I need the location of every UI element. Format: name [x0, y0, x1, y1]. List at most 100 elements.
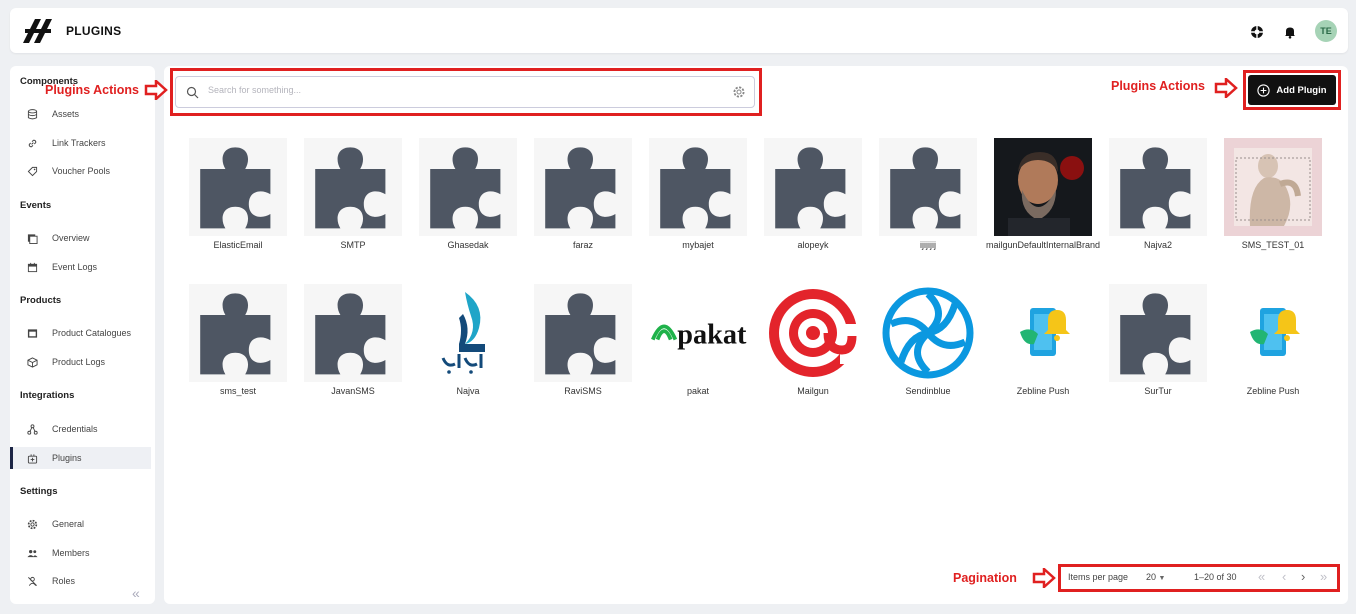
sidebar-item-label: Product Catalogues	[52, 328, 132, 338]
plugin-thumbnail	[419, 138, 517, 236]
plugin-name: Zebline Push	[1246, 386, 1300, 396]
page-title: PLUGINS	[66, 24, 122, 38]
items-per-page-select[interactable]: 20 ▼	[1146, 572, 1165, 582]
plugin-card[interactable]: sms_test	[179, 284, 297, 414]
sidebar-item-roles[interactable]: Roles	[10, 570, 151, 592]
plugin-card[interactable]: ElasticEmail	[179, 138, 297, 268]
prev-page-icon[interactable]: ‹	[1282, 569, 1286, 584]
plugin-name: SMS_TEST_01	[1241, 240, 1305, 250]
plugin-card[interactable]: mailgunDefaultInternalBrand	[984, 138, 1102, 268]
plugin-name: ijijijij	[920, 240, 936, 250]
najva-logo	[441, 292, 485, 374]
plugin-card[interactable]: Najva	[409, 284, 527, 414]
puzzle-icon	[775, 147, 846, 229]
avatar[interactable]: TE	[1315, 20, 1337, 42]
catalogue-icon	[27, 328, 38, 338]
sidebar-item-label: Event Logs	[52, 262, 98, 272]
plugin-name: SMTP	[340, 240, 366, 250]
plugin-card[interactable]: ijijijij	[869, 138, 987, 268]
bell-icon[interactable]	[1283, 25, 1297, 39]
annotation-arrow-icon	[144, 80, 168, 100]
first-page-icon[interactable]: «	[1258, 569, 1265, 584]
plugin-thumbnail	[189, 284, 287, 382]
sidebar-item-members[interactable]: Members	[10, 542, 151, 564]
puzzle-icon	[660, 147, 731, 229]
app-logo-icon[interactable]	[21, 17, 55, 45]
zebline-logo	[1020, 308, 1070, 356]
plugin-thumbnail	[419, 284, 517, 382]
plugin-card[interactable]: Ghasedak	[409, 138, 527, 268]
sidebar: Components Assets Link Trackers Voucher …	[10, 66, 155, 604]
sidebar-item-label: Members	[52, 548, 90, 558]
plugin-card[interactable]: Zebline Push	[1214, 284, 1332, 414]
plugin-name: JavanSMS	[331, 386, 375, 396]
sidebar-item-label: Credentials	[52, 424, 98, 434]
sidebar-item-general[interactable]: General	[10, 513, 151, 535]
plugin-thumbnail	[649, 138, 747, 236]
add-plugin-button[interactable]: Add Plugin	[1248, 75, 1336, 105]
sidebar-item-voucher-pools[interactable]: Voucher Pools	[10, 160, 151, 182]
sidebar-item-credentials[interactable]: Credentials	[10, 418, 151, 440]
main-content: Add Plugin ElasticEmail SMTP Ghasedak fa…	[164, 66, 1348, 604]
sidebar-item-link-trackers[interactable]: Link Trackers	[10, 132, 151, 154]
sidebar-item-overview[interactable]: Overview	[10, 227, 151, 249]
last-page-icon[interactable]: »	[1320, 569, 1327, 584]
plugin-name: mybajet	[682, 240, 714, 250]
share-nodes-icon	[27, 423, 38, 435]
plugin-name: alopeyk	[797, 240, 829, 250]
plugin-name: ElasticEmail	[213, 240, 263, 250]
plugin-icon	[27, 453, 38, 464]
database-icon	[27, 108, 38, 119]
sendinblue-logo	[882, 287, 974, 379]
puzzle-icon	[545, 293, 616, 375]
sidebar-item-label: Overview	[52, 233, 90, 243]
sidebar-item-product-logs[interactable]: Product Logs	[10, 351, 151, 373]
puzzle-icon	[200, 147, 271, 229]
people-icon	[27, 549, 38, 557]
sidebar-item-product-catalogues[interactable]: Product Catalogues	[10, 322, 151, 344]
settings-icon[interactable]	[732, 85, 746, 99]
plugin-card[interactable]: Mailgun	[754, 284, 872, 414]
plugin-card[interactable]: JavanSMS	[294, 284, 412, 414]
box-icon	[27, 356, 38, 368]
plugin-card[interactable]: Najva2	[1099, 138, 1217, 268]
annotation-arrow-icon	[1214, 78, 1238, 98]
plugin-thumbnail	[1224, 284, 1322, 382]
sidebar-item-event-logs[interactable]: Event Logs	[10, 256, 151, 278]
annotation-label-pagination: Pagination	[953, 571, 1017, 585]
plus-circle-icon	[1257, 83, 1271, 97]
plugin-card[interactable]: faraz	[524, 138, 642, 268]
plugin-card[interactable]: mybajet	[639, 138, 757, 268]
sidebar-item-plugins[interactable]: Plugins	[10, 447, 151, 469]
plugin-card[interactable]: pakat pakat	[639, 284, 757, 414]
statue-photo	[1224, 138, 1322, 236]
plugin-card[interactable]: SMS_TEST_01	[1214, 138, 1332, 268]
plugin-card[interactable]: SurTur	[1099, 284, 1217, 414]
page-range: 1–20 of 30	[1194, 572, 1237, 582]
next-page-icon[interactable]: ›	[1301, 569, 1305, 584]
help-icon[interactable]	[1250, 25, 1264, 39]
collapse-sidebar-icon[interactable]: «	[132, 585, 140, 601]
items-per-page-value: 20	[1146, 572, 1157, 582]
puzzle-icon	[315, 147, 386, 229]
plugin-thumbnail	[879, 138, 977, 236]
plugin-thumbnail	[534, 284, 632, 382]
plugin-card[interactable]: Sendinblue	[869, 284, 987, 414]
puzzle-icon	[430, 147, 501, 229]
zebline-logo	[1250, 308, 1300, 356]
plugin-name: pakat	[686, 386, 710, 396]
plugin-thumbnail	[764, 138, 862, 236]
plugin-card[interactable]: RaviSMS	[524, 284, 642, 414]
plugin-card[interactable]: alopeyk	[754, 138, 872, 268]
sidebar-item-assets[interactable]: Assets	[10, 103, 151, 125]
person-off-icon	[28, 576, 37, 586]
link-icon	[28, 139, 37, 147]
plugin-card[interactable]: SMTP	[294, 138, 412, 268]
sidebar-section-events: Events	[20, 200, 52, 211]
search-input[interactable]	[208, 85, 708, 95]
plugin-name: mailgunDefaultInternalBrand	[985, 240, 1101, 250]
sidebar-section-integrations: Integrations	[20, 390, 75, 401]
sidebar-item-label: Plugins	[52, 453, 82, 463]
plugin-card[interactable]: Zebline Push	[984, 284, 1102, 414]
plugin-thumbnail	[994, 284, 1092, 382]
